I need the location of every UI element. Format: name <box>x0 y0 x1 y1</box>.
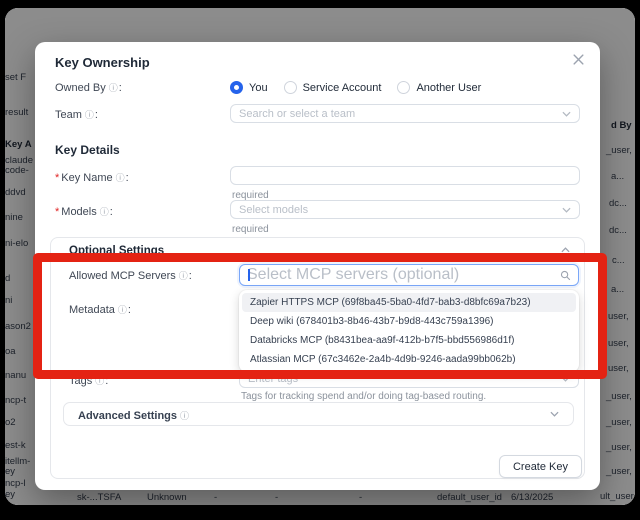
browser-viewport: set FresultKey Aclaudecode-ddvdnineni-el… <box>5 8 635 505</box>
team-label: Teamⓘ: <box>55 108 98 121</box>
chevron-down-icon <box>562 111 571 117</box>
optional-settings-header[interactable]: Optional Settings <box>69 245 164 257</box>
metadata-label: Metadataⓘ: <box>69 303 131 316</box>
optional-settings-panel: Optional Settings Allowed MCP Serversⓘ: … <box>50 237 585 479</box>
advanced-settings-panel[interactable]: Advanced Settingsⓘ <box>63 402 574 426</box>
models-label: *Modelsⓘ: <box>55 205 113 218</box>
key-details-header: Key Details <box>55 143 120 157</box>
mcp-servers-dropdown: Zapier HTTPS MCP (69f8ba45-5ba0-4fd7-bab… <box>239 290 579 372</box>
chevron-up-icon[interactable] <box>561 247 570 253</box>
advanced-settings-label: Advanced Settingsⓘ <box>78 409 189 422</box>
owned-by-label: Owned Byⓘ: <box>55 81 122 94</box>
info-icon: ⓘ <box>179 271 188 281</box>
mcp-server-option[interactable]: Atlassian MCP (67c3462e-2a4b-4d9b-9246-a… <box>242 350 576 369</box>
models-select[interactable]: Select models <box>230 200 580 219</box>
info-icon: ⓘ <box>95 376 104 386</box>
mcp-server-option[interactable]: Zapier HTTPS MCP (69f8ba45-5ba0-4fd7-bab… <box>242 293 576 312</box>
mcp-server-option[interactable]: Databricks MCP (b8431bea-aa9f-412b-b7f5-… <box>242 331 576 350</box>
radio-unselected-icon <box>397 81 410 94</box>
mcp-servers-placeholder: Select MCP servers (optional) <box>247 266 459 284</box>
team-select[interactable]: Search or select a team <box>230 104 580 123</box>
radio-you[interactable]: You <box>230 81 268 94</box>
info-icon: ⓘ <box>116 173 125 183</box>
owned-by-radio-group: You Service Account Another User <box>230 81 481 94</box>
models-required-note: required <box>232 224 269 235</box>
close-icon[interactable] <box>572 53 586 67</box>
search-icon <box>560 270 571 281</box>
radio-unselected-icon <box>284 81 297 94</box>
radio-selected-icon <box>230 81 243 94</box>
key-name-label: *Key Nameⓘ: <box>55 171 129 184</box>
info-icon: ⓘ <box>180 411 189 421</box>
tags-label: Tagsⓘ: <box>69 374 108 387</box>
mcp-servers-select[interactable]: Select MCP servers (optional) <box>239 264 579 286</box>
chevron-down-icon <box>561 376 570 382</box>
create-key-modal: Key Ownership Owned Byⓘ: You Service Acc… <box>35 42 600 490</box>
key-name-input[interactable] <box>230 166 580 185</box>
mcp-server-option[interactable]: Deep wiki (678401b3-8b46-43b7-b9d8-443c7… <box>242 312 576 331</box>
tags-placeholder: Enter tags <box>248 373 298 385</box>
info-icon: ⓘ <box>109 83 118 93</box>
mcp-servers-label: Allowed MCP Serversⓘ: <box>69 269 192 282</box>
create-key-button[interactable]: Create Key <box>499 455 582 478</box>
info-icon: ⓘ <box>100 207 109 217</box>
chevron-down-icon <box>550 411 559 417</box>
text-cursor <box>248 269 250 281</box>
mcp-option-list: Zapier HTTPS MCP (69f8ba45-5ba0-4fd7-bab… <box>242 293 576 369</box>
chevron-down-icon <box>562 207 571 213</box>
info-icon: ⓘ <box>118 305 127 315</box>
team-placeholder: Search or select a team <box>239 108 355 120</box>
radio-another-user[interactable]: Another User <box>397 81 481 94</box>
radio-service-account[interactable]: Service Account <box>284 81 382 94</box>
models-placeholder: Select models <box>239 204 308 216</box>
modal-title: Key Ownership <box>55 55 150 70</box>
tags-select[interactable]: Enter tags <box>239 370 579 388</box>
info-icon: ⓘ <box>85 110 94 120</box>
tags-help-text: Tags for tracking spend and/or doing tag… <box>241 391 486 402</box>
